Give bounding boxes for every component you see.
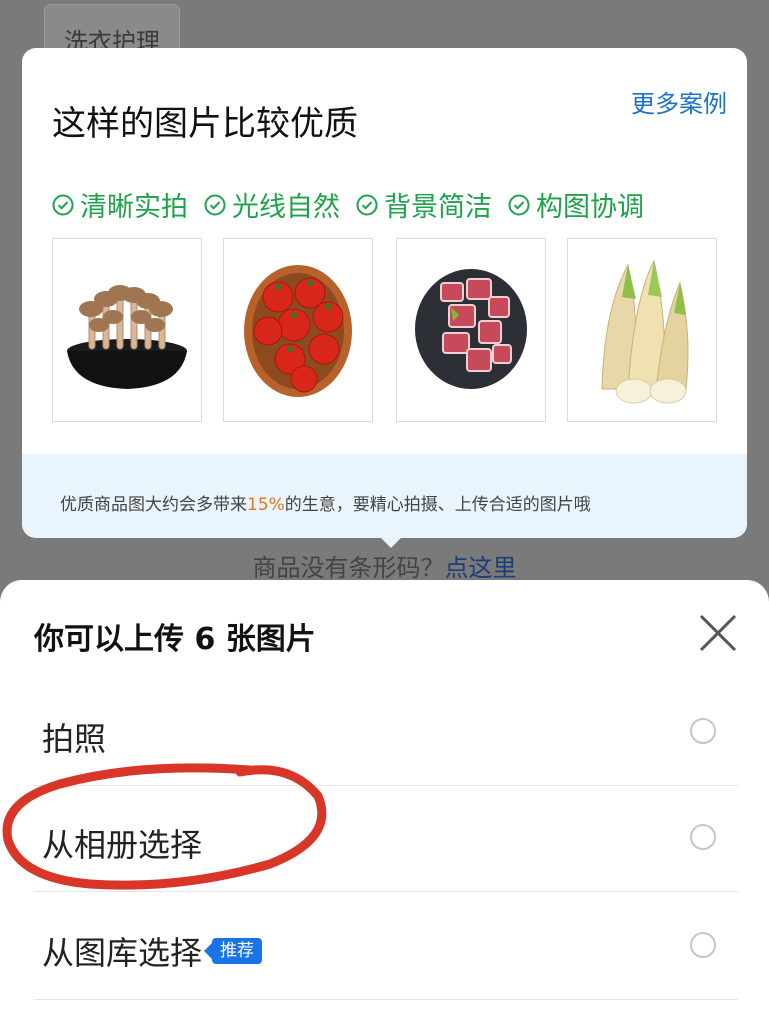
radio-button[interactable]	[690, 824, 716, 850]
photo-tips-card: 这样的图片比较优质 更多案例 清晰实拍 光线自然 背景简洁 构图协调 优质商品图…	[22, 48, 747, 538]
pork-ribs-plate-icon	[415, 269, 527, 389]
check-item: 光线自然	[204, 185, 340, 224]
check-label: 光线自然	[232, 192, 340, 223]
option-label: 从图库选择 推荐	[42, 928, 263, 974]
check-circle-icon	[356, 194, 378, 216]
check-label: 背景简洁	[384, 192, 492, 223]
radio-button[interactable]	[690, 932, 716, 958]
tips-hint-bar: 优质商品图大约会多带来15%的生意，要精心拍摄、上传合适的图片哦	[22, 454, 747, 538]
close-icon[interactable]	[697, 612, 739, 654]
check-circle-icon	[508, 194, 530, 216]
check-circle-icon	[204, 194, 226, 216]
more-examples-link[interactable]: 更多案例	[631, 84, 727, 119]
example-image-bamboo	[567, 238, 717, 422]
option-label: 拍照	[42, 720, 107, 758]
check-circle-icon	[52, 194, 74, 216]
tips-title: 这样的图片比较优质	[52, 104, 358, 144]
option-label-text: 从图库选择	[42, 934, 203, 972]
example-image-ribs	[396, 238, 546, 422]
quality-checklist: 清晰实拍 光线自然 背景简洁 构图协调	[52, 185, 644, 224]
recommend-badge: 推荐	[204, 938, 263, 964]
barcode-link[interactable]: 点这里	[445, 554, 517, 582]
hint-prefix: 优质商品图大约会多带来	[60, 495, 247, 515]
option-from-library[interactable]: 从图库选择 推荐	[34, 894, 738, 1000]
tips-card-pointer	[380, 537, 402, 548]
check-item: 清晰实拍	[52, 185, 188, 224]
check-label: 清晰实拍	[80, 192, 188, 223]
bamboo-shoots-icon	[601, 259, 689, 404]
annotation-circle-mark	[2, 763, 327, 890]
example-image-mushroom	[52, 238, 202, 422]
tomato-bowl-icon	[244, 265, 352, 397]
radio-button[interactable]	[690, 718, 716, 744]
check-label: 构图协调	[536, 192, 644, 223]
sheet-title: 你可以上传 6 张图片	[34, 622, 316, 657]
example-image-tomato	[223, 238, 373, 422]
hint-percent: 15%	[247, 495, 285, 515]
check-item: 背景简洁	[356, 185, 492, 224]
check-item: 构图协调	[508, 185, 644, 224]
tips-hint-text: 优质商品图大约会多带来15%的生意，要精心拍摄、上传合适的图片哦	[60, 490, 591, 515]
mushroom-bowl-icon	[67, 285, 187, 389]
barcode-hint-text: 商品没有条形码？	[252, 554, 445, 582]
hint-suffix: 的生意，要精心拍摄、上传合适的图片哦	[284, 495, 591, 515]
barcode-hint: 商品没有条形码？点这里	[0, 548, 769, 583]
